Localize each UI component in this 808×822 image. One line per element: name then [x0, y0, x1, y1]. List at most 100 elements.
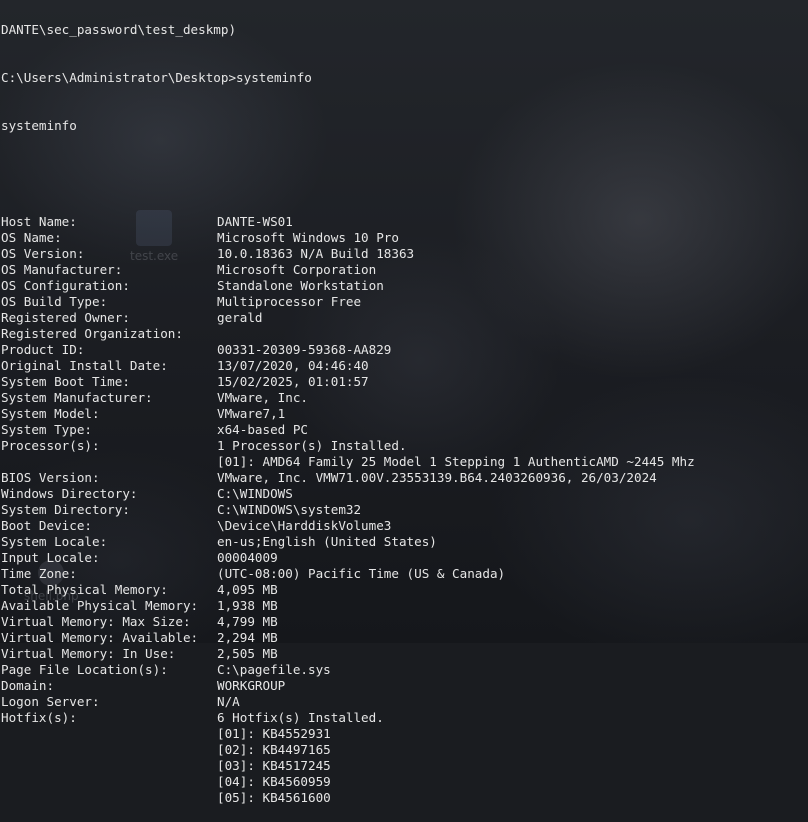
systeminfo-value: 2,505 MB — [217, 646, 278, 661]
systeminfo-row: Total Physical Memory: 4,095 MB — [1, 582, 808, 598]
systeminfo-row: [05]: KB4561600 — [1, 790, 808, 806]
systeminfo-row: BIOS Version: VMware, Inc. VMW71.00V.2355… — [1, 470, 808, 486]
systeminfo-key — [1, 758, 217, 774]
systeminfo-row: Time Zone: (UTC-08:00) Pacific Time (US &… — [1, 566, 808, 582]
systeminfo-row: Original Install Date: 13/07/2020, 04:46:… — [1, 358, 808, 374]
systeminfo-key: Domain: — [1, 678, 55, 693]
systeminfo-row: OS Version: 10.0.18363 N/A Build 18363 — [1, 246, 808, 262]
systeminfo-value: 6 Hotfix(s) Installed. — [217, 710, 384, 725]
systeminfo-value: Multiprocessor Free — [217, 294, 362, 309]
systeminfo-key: System Model: — [1, 406, 100, 421]
systeminfo-key: Page File Location(s): — [1, 662, 168, 677]
systeminfo-key: OS Version: — [1, 246, 85, 261]
systeminfo-row: OS Build Type: Multiprocessor Free — [1, 294, 808, 310]
systeminfo-row: [03]: KB4517245 — [1, 758, 808, 774]
systeminfo-row: Product ID: 00331-20309-59368-AA829 — [1, 342, 808, 358]
systeminfo-row: Host Name: DANTE-WS01 — [1, 214, 808, 230]
systeminfo-value: 4,799 MB — [217, 614, 278, 629]
systeminfo-row: OS Name: Microsoft Windows 10 Pro — [1, 230, 808, 246]
systeminfo-value: Standalone Workstation — [217, 278, 384, 293]
terminal-command: systeminfo — [236, 70, 312, 85]
systeminfo-row: Boot Device: \Device\HarddiskVolume3 — [1, 518, 808, 534]
systeminfo-value: (UTC-08:00) Pacific Time (US & Canada) — [217, 566, 506, 581]
systeminfo-value: 2,294 MB — [217, 630, 278, 645]
systeminfo-key: System Manufacturer: — [1, 390, 153, 405]
systeminfo-row: System Boot Time: 15/02/2025, 01:01:57 — [1, 374, 808, 390]
systeminfo-key: Virtual Memory: In Use: — [1, 646, 176, 661]
systeminfo-key: BIOS Version: — [1, 470, 100, 485]
systeminfo-key — [1, 454, 217, 470]
terminal-output[interactable]: DANTE\sec_password\test_deskmp) C:\Users… — [1, 0, 808, 822]
systeminfo-key: OS Manufacturer: — [1, 262, 123, 277]
systeminfo-key: Registered Owner: — [1, 310, 130, 325]
systeminfo-key: Virtual Memory: Available: — [1, 630, 199, 645]
systeminfo-key: System Type: — [1, 422, 92, 437]
systeminfo-row: System Model: VMware7,1 — [1, 406, 808, 422]
systeminfo-key: System Directory: — [1, 502, 130, 517]
systeminfo-value: DANTE-WS01 — [217, 214, 293, 229]
systeminfo-value: 00004009 — [217, 550, 278, 565]
systeminfo-value: 10.0.18363 N/A Build 18363 — [217, 246, 415, 261]
systeminfo-row: OS Manufacturer: Microsoft Corporation — [1, 262, 808, 278]
systeminfo-value: Microsoft Windows 10 Pro — [217, 230, 399, 245]
systeminfo-value: C:\WINDOWS — [217, 486, 293, 501]
systeminfo-value: [03]: KB4517245 — [217, 758, 331, 773]
systeminfo-row: [01]: KB4552931 — [1, 726, 808, 742]
systeminfo-row: Windows Directory: C:\WINDOWS — [1, 486, 808, 502]
systeminfo-value: Microsoft Corporation — [217, 262, 377, 277]
systeminfo-row: Virtual Memory: In Use: 2,505 MB — [1, 646, 808, 662]
systeminfo-value: [01]: AMD64 Family 25 Model 1 Stepping 1… — [217, 454, 695, 469]
systeminfo-value: 4,095 MB — [217, 582, 278, 597]
systeminfo-key: Hotfix(s): — [1, 710, 77, 725]
systeminfo-row: [01]: AMD64 Family 25 Model 1 Stepping 1… — [1, 454, 808, 470]
systeminfo-row: Virtual Memory: Available: 2,294 MB — [1, 630, 808, 646]
systeminfo-value: \Device\HarddiskVolume3 — [217, 518, 392, 533]
systeminfo-row: Hotfix(s): 6 Hotfix(s) Installed. — [1, 710, 808, 726]
systeminfo-row: Registered Organization: — [1, 326, 808, 342]
systeminfo-row: Page File Location(s): C:\pagefile.sys — [1, 662, 808, 678]
systeminfo-key: Input Locale: — [1, 550, 100, 565]
systeminfo-key: Total Physical Memory: — [1, 582, 168, 597]
systeminfo-row: Logon Server: N/A — [1, 694, 808, 710]
systeminfo-row: Registered Owner: gerald — [1, 310, 808, 326]
systeminfo-value: [05]: KB4561600 — [217, 790, 331, 805]
systeminfo-key: OS Name: — [1, 230, 62, 245]
systeminfo-key: Host Name: — [1, 214, 77, 229]
systeminfo-key: System Locale: — [1, 534, 108, 549]
systeminfo-key — [1, 790, 217, 806]
systeminfo-row: Processor(s): 1 Processor(s) Installed. — [1, 438, 808, 454]
systeminfo-row: OS Configuration: Standalone Workstation — [1, 278, 808, 294]
systeminfo-row: System Locale: en-us;English (United Stat… — [1, 534, 808, 550]
systeminfo-row: [04]: KB4560959 — [1, 774, 808, 790]
systeminfo-row: Domain: WORKGROUP — [1, 678, 808, 694]
terminal-prompt: C:\Users\Administrator\Desktop> — [1, 70, 237, 85]
systeminfo-key: Product ID: — [1, 342, 85, 357]
systeminfo-value: [01]: KB4552931 — [217, 726, 331, 741]
systeminfo-key: Windows Directory: — [1, 486, 138, 501]
systeminfo-value: 1 Processor(s) Installed. — [217, 438, 407, 453]
systeminfo-value: C:\WINDOWS\system32 — [217, 502, 362, 517]
systeminfo-row: Virtual Memory: Max Size: 4,799 MB — [1, 614, 808, 630]
terminal-prompt-line: C:\Users\Administrator\Desktop>systeminf… — [1, 70, 808, 86]
systeminfo-key: Registered Organization: — [1, 326, 183, 341]
systeminfo-key: OS Configuration: — [1, 278, 130, 293]
systeminfo-value: 1,938 MB — [217, 598, 278, 613]
terminal-partial-line: DANTE\sec_password\test_deskmp) — [1, 22, 237, 37]
systeminfo-row: System Type: x64-based PC — [1, 422, 808, 438]
systeminfo-key: OS Build Type: — [1, 294, 108, 309]
systeminfo-key: Time Zone: — [1, 566, 77, 581]
systeminfo-row: System Directory: C:\WINDOWS\system32 — [1, 502, 808, 518]
systeminfo-key: Logon Server: — [1, 694, 100, 709]
systeminfo-value: N/A — [217, 694, 240, 709]
systeminfo-value: VMware, Inc. VMW71.00V.23553139.B64.2403… — [217, 470, 657, 485]
systeminfo-key — [1, 726, 217, 742]
systeminfo-value: 00331-20309-59368-AA829 — [217, 342, 392, 357]
systeminfo-value: WORKGROUP — [217, 678, 286, 693]
terminal-command-echo: systeminfo — [1, 118, 77, 133]
systeminfo-value: en-us;English (United States) — [217, 534, 437, 549]
systeminfo-key: Processor(s): — [1, 438, 100, 453]
systeminfo-key: Available Physical Memory: — [1, 598, 199, 613]
systeminfo-value: [04]: KB4560959 — [217, 774, 331, 789]
systeminfo-key — [1, 742, 217, 758]
